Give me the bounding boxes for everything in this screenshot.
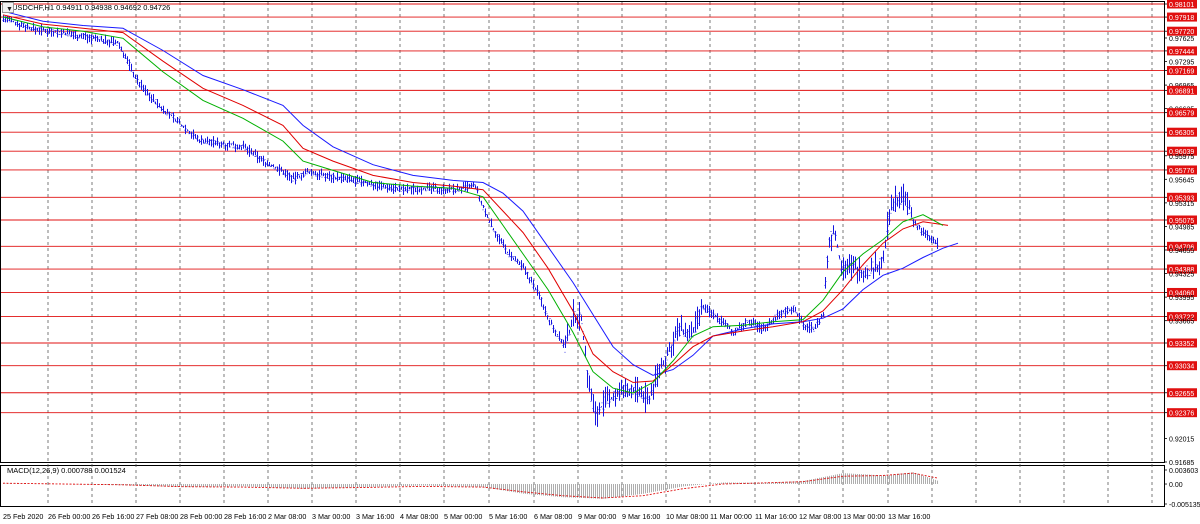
- triangle-down-icon[interactable]: ▼: [2, 2, 14, 13]
- price-tick-label: 0.92015: [1169, 436, 1194, 443]
- price-tick-label: 0.93995: [1169, 295, 1194, 302]
- price-tick-label: 0.93352: [1169, 341, 1194, 348]
- chart-canvas[interactable]: 0.981010.979180.977200.976250.974440.972…: [0, 0, 1200, 524]
- time-tick-label: 9 Mar 00:00: [578, 512, 616, 521]
- time-tick-label: 26 Feb 00:00: [48, 512, 90, 521]
- time-tick-label: 5 Mar 16:00: [489, 512, 527, 521]
- time-tick-label: 3 Mar 00:00: [312, 512, 350, 521]
- macd-tick-label: 0.003603: [1169, 468, 1198, 475]
- price-tick-label: 0.97169: [1169, 69, 1194, 76]
- time-tick-label: 4 Mar 08:00: [400, 512, 438, 521]
- macd-header: MACD(12,26,9) 0.000788 0.001524: [7, 466, 126, 475]
- symbol-header: USDCHF,H1 0.94911 0.94938 0.94692 0.9472…: [12, 3, 170, 12]
- time-tick-label: 5 Mar 00:00: [444, 512, 482, 521]
- macd-tick-label: 0.00: [1169, 482, 1183, 489]
- price-tick-label: 0.92655: [1169, 391, 1194, 398]
- price-tick-label: 0.96305: [1169, 130, 1194, 137]
- time-tick-label: 11 Mar 00:00: [710, 512, 752, 521]
- price-tick-label: 0.94655: [1169, 248, 1194, 255]
- price-tick-label: 0.95645: [1169, 177, 1194, 184]
- price-tick-label: 0.94985: [1169, 224, 1194, 231]
- macd-tick-label: -0.005135: [1169, 502, 1200, 509]
- price-tick-label: 0.96579: [1169, 111, 1194, 118]
- price-tick-label: 0.97444: [1169, 49, 1194, 56]
- price-tick-label: 0.97295: [1169, 60, 1194, 67]
- time-tick-label: 28 Feb 00:00: [180, 512, 222, 521]
- time-tick-label: 13 Mar 16:00: [888, 512, 930, 521]
- price-tick-label: 0.97918: [1169, 15, 1194, 22]
- price-tick-label: 0.93665: [1169, 319, 1194, 326]
- price-tick-label: 0.97625: [1169, 36, 1194, 43]
- time-tick-label: 6 Mar 08:00: [534, 512, 572, 521]
- price-tick-label: 0.98101: [1169, 2, 1194, 9]
- time-tick-label: 10 Mar 08:00: [666, 512, 708, 521]
- price-tick-label: 0.94325: [1169, 272, 1194, 279]
- time-tick-label: 2 Mar 08:00: [268, 512, 306, 521]
- time-tick-label: 13 Mar 00:00: [843, 512, 885, 521]
- price-tick-label: 0.93034: [1169, 364, 1194, 371]
- time-tick-label: 25 Feb 2020: [3, 512, 43, 521]
- price-tick-label: 0.92376: [1169, 411, 1194, 418]
- time-tick-label: 12 Mar 08:00: [799, 512, 841, 521]
- time-tick-label: 26 Feb 16:00: [92, 512, 134, 521]
- price-tick-label: 0.95975: [1169, 154, 1194, 161]
- price-tick-label: 0.95315: [1169, 201, 1194, 208]
- price-tick-label: 0.91685: [1169, 460, 1194, 467]
- time-tick-label: 3 Mar 16:00: [356, 512, 394, 521]
- price-tick-label: 0.95776: [1169, 168, 1194, 175]
- time-axis: 25 Feb 2020 26 Feb 00:00 26 Feb 16:00 27 Fe…: [3, 512, 930, 521]
- time-tick-label: 27 Feb 08:00: [136, 512, 178, 521]
- time-tick-label: 28 Feb 16:00: [224, 512, 266, 521]
- menu-arrow-glyph: ▼: [6, 6, 13, 13]
- time-tick-label: 9 Mar 16:00: [622, 512, 660, 521]
- time-tick-label: 11 Mar 16:00: [755, 512, 797, 521]
- price-tick-label: 0.96891: [1169, 88, 1194, 95]
